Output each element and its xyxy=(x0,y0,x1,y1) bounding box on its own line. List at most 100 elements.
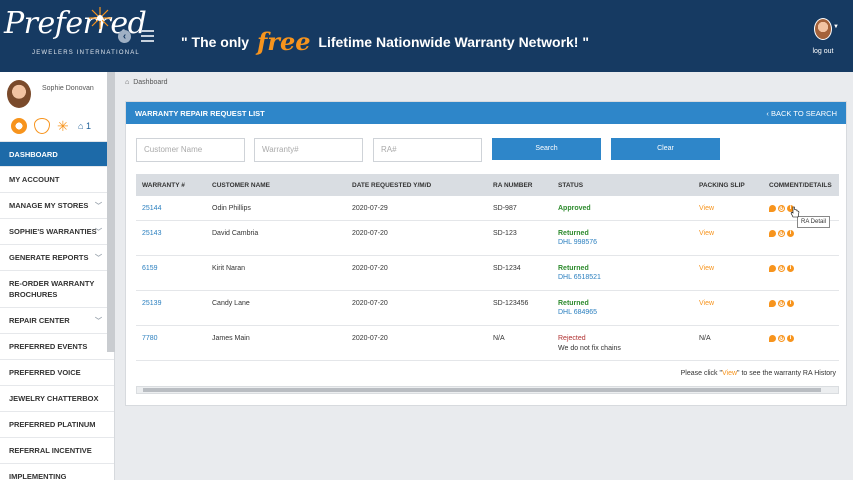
sidebar-item-implementing[interactable]: IMPLEMENTING xyxy=(0,464,114,480)
star-icon[interactable]: ✳ xyxy=(57,119,71,133)
comment-icon[interactable] xyxy=(769,299,776,307)
logo-subtitle: JEWELERS INTERNATIONAL xyxy=(32,50,140,56)
sidebar-item-preferred-events[interactable]: PREFERRED EVENTS xyxy=(0,334,114,360)
sidebar-item-generate-reports[interactable]: GENERATE REPORTS ﹀ xyxy=(0,245,114,271)
tracking-link[interactable]: DHL 6518521 xyxy=(558,274,693,281)
comment-icon[interactable] xyxy=(769,264,776,272)
col-comment[interactable]: COMMENT/DETAILS xyxy=(763,174,839,196)
logout-link[interactable]: log out xyxy=(803,48,843,55)
table-row: 25139 Candy Lane 2020-07-20 SD-123456 Re… xyxy=(136,290,839,326)
tracking-link[interactable]: DHL 684965 xyxy=(558,309,693,316)
clear-button[interactable]: Clear xyxy=(611,138,720,160)
sidebar-scrollbar[interactable] xyxy=(107,72,115,352)
search-button[interactable]: Search xyxy=(492,138,601,160)
slogan-pre: " The only xyxy=(181,34,250,50)
col-warranty[interactable]: WARRANTY # xyxy=(136,174,206,196)
chevron-down-icon: ﹀ xyxy=(95,317,102,325)
brand-logo[interactable]: Preferred JEWELERS INTERNATIONAL xyxy=(4,4,147,64)
sidebar-menu: DASHBOARD MY ACCOUNT MANAGE MY STORES ﹀ S… xyxy=(0,142,114,480)
view-link[interactable]: View xyxy=(699,300,714,307)
table-horizontal-scrollbar[interactable] xyxy=(136,386,839,394)
avatar[interactable] xyxy=(814,18,832,40)
sidebar-item-referral-incentive[interactable]: REFERRAL INCENTIVE xyxy=(0,438,114,464)
status-badge: Approved xyxy=(558,205,591,212)
hand-cursor-icon xyxy=(790,206,800,218)
customer-name: James Main xyxy=(212,334,250,342)
caret-down-icon[interactable]: ▼ xyxy=(833,24,839,30)
packing-slip-na: N/A xyxy=(699,334,711,342)
eye-icon[interactable] xyxy=(34,118,50,134)
warranty-input[interactable]: Warranty# xyxy=(254,138,363,162)
sidebar-item-warranties[interactable]: SOPHIE'S WARRANTIES ﹀ xyxy=(0,219,114,245)
comment-icon[interactable] xyxy=(769,205,776,212)
sidebar-item-manage-stores[interactable]: MANAGE MY STORES ﹀ xyxy=(0,193,114,219)
sidebar-item-label: PREFERRED VOICE xyxy=(9,368,81,377)
view-link[interactable]: View xyxy=(699,265,714,272)
warranty-link[interactable]: 6159 xyxy=(142,265,158,272)
warranty-link[interactable]: 25139 xyxy=(142,300,161,307)
col-date[interactable]: DATE REQUESTED Y/M/D xyxy=(346,174,487,196)
hamburger-icon[interactable] xyxy=(141,30,154,42)
warranty-link[interactable]: 7780 xyxy=(142,335,158,342)
ra-input[interactable]: RA# xyxy=(373,138,482,162)
table-row: 6159 Kirit Naran 2020-07-20 SD-1234 Retu… xyxy=(136,255,839,291)
chevron-down-icon: ﹀ xyxy=(95,254,102,262)
info-icon[interactable]: i xyxy=(787,299,794,307)
sidebar-item-reorder-brochures[interactable]: RE-ORDER WARRANTY BROCHURES xyxy=(0,271,114,308)
col-customer[interactable]: CUSTOMER NAME xyxy=(206,174,346,196)
sidebar-item-my-account[interactable]: MY ACCOUNT xyxy=(0,167,114,193)
customer-name-input[interactable]: Customer Name xyxy=(136,138,245,162)
view-link[interactable]: View xyxy=(699,205,714,212)
sidebar-item-label: PREFERRED PLATINUM xyxy=(9,420,96,429)
user-menu[interactable]: ▼ log out xyxy=(803,18,843,55)
sidebar-profile: Sophie Donovan ✳ ⌂ 1 xyxy=(0,72,114,142)
chevron-left-circle-icon[interactable]: ‹ xyxy=(118,30,131,43)
history-icon[interactable]: ↺ xyxy=(778,334,785,342)
sidebar-item-label: REFERRAL INCENTIVE xyxy=(9,446,92,455)
col-status[interactable]: STATUS xyxy=(552,174,693,196)
sidebar-item-label: DASHBOARD xyxy=(9,149,58,159)
history-icon[interactable]: ↺ xyxy=(778,264,785,272)
customer-name: Kirit Naran xyxy=(212,264,246,272)
sun-icon[interactable] xyxy=(11,118,27,134)
header-slogan: " The only free Lifetime Nationwide Warr… xyxy=(181,24,589,56)
sidebar-item-repair-center[interactable]: REPAIR CENTER ﹀ xyxy=(0,308,114,334)
quick-links: ✳ ⌂ 1 xyxy=(11,118,98,134)
sidebar-item-label: MY ACCOUNT xyxy=(9,175,60,184)
home-icon[interactable]: ⌂ 1 xyxy=(78,119,98,133)
warranty-link[interactable]: 25143 xyxy=(142,230,161,237)
warranty-link[interactable]: 25144 xyxy=(142,205,161,212)
user-name: Sophie Donovan xyxy=(42,85,94,92)
info-icon[interactable]: i xyxy=(787,229,794,237)
panel-header: WARRANTY REPAIR REQUEST LIST ‹ BACK TO S… xyxy=(126,102,846,124)
scrollbar-thumb[interactable] xyxy=(143,388,821,392)
history-icon[interactable]: ↺ xyxy=(778,299,785,307)
sidebar-item-preferred-voice[interactable]: PREFERRED VOICE xyxy=(0,360,114,386)
col-packing-slip[interactable]: PACKING SLIP xyxy=(693,174,763,196)
hint-view: View xyxy=(721,370,738,377)
info-icon[interactable]: i xyxy=(787,334,794,342)
chevron-down-icon: ﹀ xyxy=(95,228,102,236)
info-icon[interactable]: i xyxy=(787,264,794,272)
date-requested: 2020-07-29 xyxy=(352,205,388,212)
home-icon[interactable]: ⌂ xyxy=(125,79,129,86)
back-to-search-link[interactable]: ‹ BACK TO SEARCH xyxy=(766,109,837,118)
tracking-link[interactable]: DHL 998576 xyxy=(558,239,693,246)
sidebar-item-label: JEWELRY CHATTERBOX xyxy=(9,394,99,403)
history-icon[interactable]: ↺ xyxy=(778,205,785,212)
history-icon[interactable]: ↺ xyxy=(778,229,785,237)
comment-icon[interactable] xyxy=(769,334,776,342)
date-requested: 2020-07-20 xyxy=(352,334,388,342)
sidebar-item-dashboard[interactable]: DASHBOARD xyxy=(0,142,114,167)
status-badge: Rejected xyxy=(558,334,586,342)
view-link[interactable]: View xyxy=(699,230,714,237)
sidebar-item-jewelry-chatterbox[interactable]: JEWELRY CHATTERBOX xyxy=(0,386,114,412)
hint-pre: Please click " xyxy=(680,370,722,377)
slogan-post: Lifetime Nationwide Warranty Network! " xyxy=(318,34,589,50)
sidebar-item-preferred-platinum[interactable]: PREFERRED PLATINUM xyxy=(0,412,114,438)
status-note: We do not fix chains xyxy=(558,344,621,352)
ra-detail-tooltip: RA Detail xyxy=(797,216,831,228)
col-ra[interactable]: RA NUMBER xyxy=(487,174,552,196)
avatar[interactable] xyxy=(7,80,31,108)
comment-icon[interactable] xyxy=(769,229,776,237)
